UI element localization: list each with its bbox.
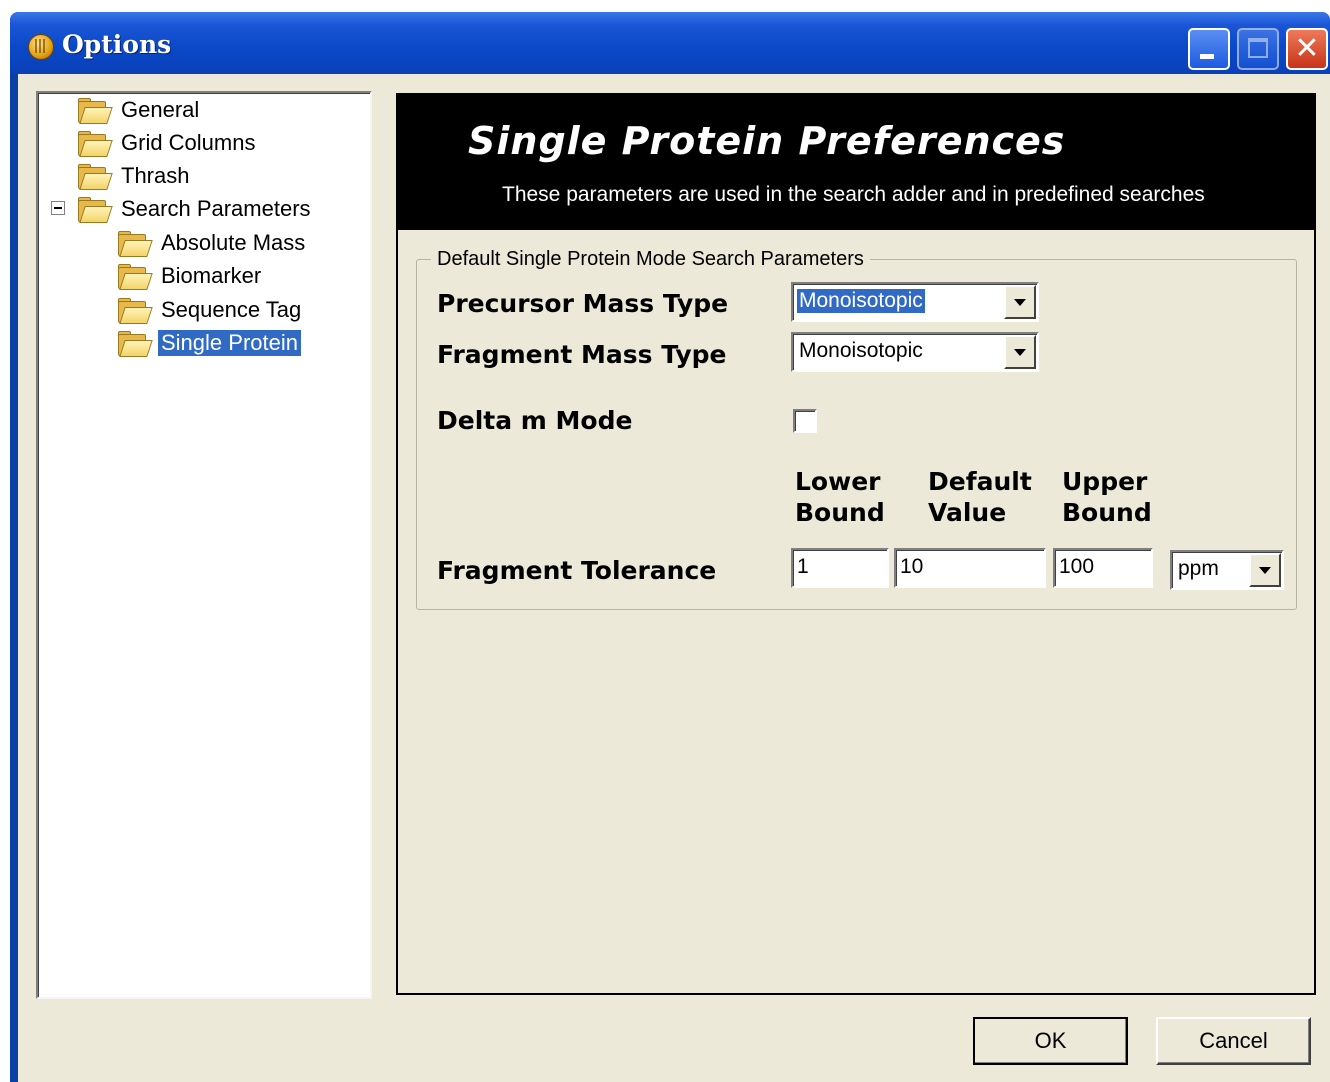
precursor-mass-type-label: Precursor Mass Type <box>437 289 729 318</box>
tree-item-thrash[interactable]: Thrash <box>76 161 192 191</box>
group-legend: Default Single Protein Mode Search Param… <box>431 248 870 271</box>
upper-bound-header-line1: Upper <box>1062 467 1148 496</box>
fragment-mass-type-select[interactable]: Monoisotopic <box>791 332 1039 372</box>
options-window: Options ✕ General Grid Columns Thrash Se… <box>10 12 1330 1082</box>
tree-item-label: Sequence Tag <box>161 297 302 322</box>
folder-open-icon <box>76 196 113 223</box>
chevron-down-icon[interactable] <box>1004 285 1036 319</box>
tree-item-label: Search Parameters <box>121 196 311 221</box>
default-value-header-line1: Default <box>928 467 1032 496</box>
search-parameters-group: Default Single Protein Mode Search Param… <box>416 248 1297 610</box>
tree-item-single-protein[interactable]: Single Protein <box>116 328 301 358</box>
precursor-mass-type-value: Monoisotopic <box>797 289 925 313</box>
title-bar[interactable]: Options ✕ <box>10 12 1330 74</box>
chevron-down-icon[interactable] <box>1249 553 1281 587</box>
tree-item-label: Single Protein <box>158 330 301 356</box>
minimize-icon <box>1200 54 1214 59</box>
fragment-tolerance-label: Fragment Tolerance <box>437 556 717 585</box>
lower-bound-header-line1: Lower <box>795 467 881 496</box>
delta-m-mode-label: Delta m Mode <box>437 406 633 435</box>
delta-m-mode-checkbox[interactable] <box>793 409 817 433</box>
upper-bound-header: Upper Bound <box>1062 466 1152 528</box>
folder-open-icon <box>116 297 153 324</box>
maximize-button[interactable] <box>1237 28 1279 70</box>
lower-bound-header: Lower Bound <box>795 466 885 528</box>
folder-open-icon <box>76 130 113 157</box>
close-button[interactable]: ✕ <box>1286 28 1328 70</box>
default-value-header: Default Value <box>928 466 1032 528</box>
preferences-panel: Single Protein Preferences These paramet… <box>396 93 1316 995</box>
tree-item-search-parameters[interactable]: Search Parameters <box>76 194 314 224</box>
tree-item-label: Grid Columns <box>121 130 256 155</box>
panel-banner: Single Protein Preferences These paramet… <box>398 95 1314 230</box>
tree-item-label: Biomarker <box>161 263 262 288</box>
upper-bound-header-line2: Bound <box>1062 498 1152 527</box>
tolerance-unit-select[interactable]: ppm <box>1170 550 1284 590</box>
maximize-icon <box>1248 38 1268 58</box>
folder-open-icon <box>76 163 113 190</box>
minimize-button[interactable] <box>1188 28 1230 70</box>
precursor-mass-type-select[interactable]: Monoisotopic <box>791 282 1039 322</box>
tolerance-default-value-input[interactable]: 10 <box>894 548 1046 588</box>
folder-open-icon <box>116 230 153 257</box>
tree-item-general[interactable]: General <box>76 95 202 125</box>
chevron-down-icon[interactable] <box>1004 335 1036 369</box>
tree-item-label: Absolute Mass <box>161 230 306 255</box>
close-icon: ✕ <box>1294 31 1320 66</box>
dialog-client-area: General Grid Columns Thrash Search Param… <box>18 74 1330 1082</box>
fragment-mass-type-value: Monoisotopic <box>799 339 923 362</box>
tolerance-unit-value: ppm <box>1178 557 1219 580</box>
folder-open-icon <box>116 330 153 357</box>
options-tree[interactable]: General Grid Columns Thrash Search Param… <box>36 91 372 999</box>
tree-item-sequence-tag[interactable]: Sequence Tag <box>116 295 304 325</box>
tree-item-label: General <box>121 97 200 122</box>
tree-item-biomarker[interactable]: Biomarker <box>116 261 264 291</box>
default-value-header-line2: Value <box>928 498 1007 527</box>
panel-title: Single Protein Preferences <box>468 119 1066 163</box>
tolerance-lower-bound-input[interactable]: 1 <box>791 548 889 588</box>
cancel-button[interactable]: Cancel <box>1156 1017 1311 1065</box>
tree-item-label: Thrash <box>121 163 190 188</box>
tolerance-upper-bound-input[interactable]: 100 <box>1053 548 1153 588</box>
folder-open-icon <box>116 263 153 290</box>
tree-item-grid-columns[interactable]: Grid Columns <box>76 128 258 158</box>
lower-bound-header-line2: Bound <box>795 498 885 527</box>
panel-subtitle: These parameters are used in the search … <box>502 183 1205 206</box>
folder-open-icon <box>76 97 113 124</box>
app-icon <box>28 34 54 60</box>
collapse-minus-icon[interactable] <box>51 201 65 215</box>
tree-item-absolute-mass[interactable]: Absolute Mass <box>116 228 308 258</box>
ok-button[interactable]: OK <box>973 1017 1128 1065</box>
fragment-mass-type-label: Fragment Mass Type <box>437 340 727 369</box>
window-title: Options <box>62 30 172 59</box>
